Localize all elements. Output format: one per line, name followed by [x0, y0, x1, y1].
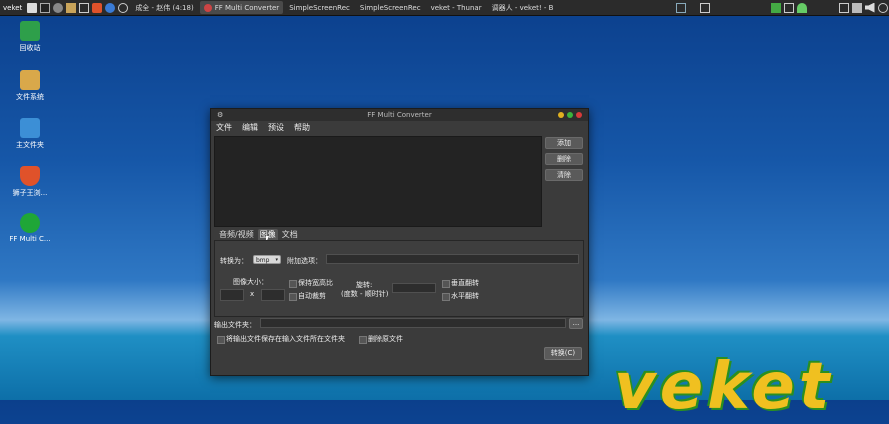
menu-file[interactable]: 文件 [216, 122, 232, 133]
trash-icon [20, 21, 40, 41]
settings-icon[interactable] [53, 3, 63, 13]
desktop-ff-multi-converter[interactable]: FF Multi C... [0, 213, 60, 243]
rotate-input[interactable] [392, 283, 436, 293]
system-tray [675, 0, 889, 15]
window-titlebar[interactable]: ⚙ FF Multi Converter [211, 109, 588, 121]
auto-crop-label: 自动裁剪 [298, 291, 326, 301]
auto-crop-checkbox[interactable] [289, 293, 297, 301]
task-simplescreenrecorder-2[interactable]: SimpleScreenRec [356, 1, 425, 14]
screen-icon[interactable] [700, 3, 710, 13]
ff-converter-task-icon [204, 4, 212, 12]
keep-ratio-label: 保持宽高比 [298, 278, 333, 288]
ff-multi-converter-window: ⚙ FF Multi Converter 文件 编辑 预设 帮助 添加 删除 清… [210, 108, 589, 376]
task-thunar[interactable]: veket - Thunar [427, 1, 486, 14]
convert-to-label: 转换为： [220, 256, 248, 266]
close-button[interactable] [576, 112, 582, 118]
delete-original-label: 删除原文件 [368, 334, 403, 344]
clipboard-icon[interactable] [839, 3, 849, 13]
veket-logo: veket [614, 350, 833, 424]
task-browser[interactable]: 调器人 - veket! - B [488, 1, 558, 14]
height-input[interactable] [261, 289, 285, 301]
task-music-player[interactable]: 成全 - 赵伟 (4:18) [131, 1, 197, 14]
taskbar: veket 成全 - 赵伟 (4:18) FF Multi Converter … [0, 0, 889, 16]
extra-options-input[interactable] [326, 254, 579, 264]
browse-button[interactable]: ... [569, 318, 583, 329]
folder-icon[interactable] [66, 3, 76, 13]
x-label: x [250, 290, 254, 298]
width-input[interactable] [220, 289, 244, 301]
vflip-checkbox[interactable] [442, 280, 450, 288]
notes-icon[interactable] [852, 3, 862, 13]
terminal-icon[interactable] [40, 3, 50, 13]
hflip-label: 水平翻转 [451, 291, 479, 301]
file-list[interactable] [214, 136, 542, 227]
format-value: bmp [256, 257, 269, 264]
wifi-icon[interactable] [797, 3, 807, 13]
tab-audio-video[interactable]: 音频/视频 [217, 229, 256, 240]
monitor-icon[interactable] [79, 3, 89, 13]
extra-options-label: 附加选项： [287, 256, 322, 266]
desktop-trash[interactable]: 回收站 [0, 21, 60, 53]
volume-icon[interactable] [865, 3, 875, 13]
desktop-brave[interactable]: 狮子王浏... [0, 166, 60, 198]
window-controls [558, 112, 582, 118]
menu-help[interactable]: 帮助 [294, 122, 310, 133]
keep-ratio-checkbox[interactable] [289, 280, 297, 288]
menu-edit[interactable]: 编辑 [242, 122, 258, 133]
delete-button[interactable]: 删除 [545, 153, 583, 165]
image-size-label: 图像大小： [233, 277, 268, 287]
clear-button[interactable]: 清除 [545, 169, 583, 181]
window-title: FF Multi Converter [367, 111, 431, 119]
task-ff-multi-converter[interactable]: FF Multi Converter [200, 1, 283, 14]
desktop-home-folder[interactable]: 主文件夹 [0, 118, 60, 150]
power-icon[interactable] [878, 3, 888, 13]
output-folder-label: 输出文件夹： [214, 320, 256, 330]
task-simplescreenrecorder-1[interactable]: SimpleScreenRec [285, 1, 354, 14]
brave-icon[interactable] [92, 3, 102, 13]
delete-original-checkbox[interactable] [359, 336, 367, 344]
web-icon[interactable] [105, 3, 115, 13]
add-button[interactable]: 添加 [545, 137, 583, 149]
output-folder-input[interactable] [260, 318, 566, 328]
menubar: 文件 编辑 预设 帮助 [211, 121, 588, 133]
vflip-label: 垂直翻转 [451, 278, 479, 288]
network-icon[interactable] [771, 3, 781, 13]
window-menu-icon[interactable]: ⚙ [217, 111, 223, 119]
minimize-button[interactable] [558, 112, 564, 118]
rotate-sub-label: (度数 - 顺时针) [341, 289, 388, 299]
format-select[interactable]: bmp ▾ [253, 255, 281, 264]
save-in-source-label: 将输出文件保存在输入文件所在文件夹 [226, 334, 345, 344]
desktop-filesystem[interactable]: 文件系统 [0, 70, 60, 102]
save-in-source-checkbox[interactable] [217, 336, 225, 344]
menu-presets[interactable]: 预设 [268, 122, 284, 133]
battery-icon[interactable] [784, 3, 794, 13]
filesystem-icon [20, 70, 40, 90]
ff-multi-converter-icon [20, 213, 40, 233]
display-icon[interactable] [676, 3, 686, 13]
conversion-tabs: 音频/视频 图像 文档 [217, 229, 300, 240]
tab-document[interactable]: 文档 [280, 229, 300, 240]
brave-browser-icon [20, 166, 40, 186]
clock-icon[interactable] [118, 3, 128, 13]
chevron-down-icon: ▾ [275, 256, 278, 265]
hflip-checkbox[interactable] [442, 293, 450, 301]
app-launcher-icon[interactable] [27, 3, 37, 13]
convert-button[interactable]: 转换(C) [544, 347, 582, 360]
start-menu-button[interactable]: veket [0, 4, 25, 12]
image-options-panel: 转换为： bmp▾ 附加选项： 图像大小： x 保持宽高比 自动裁剪 旋转: (… [214, 240, 584, 317]
maximize-button[interactable] [567, 112, 573, 118]
home-folder-icon [20, 118, 40, 138]
